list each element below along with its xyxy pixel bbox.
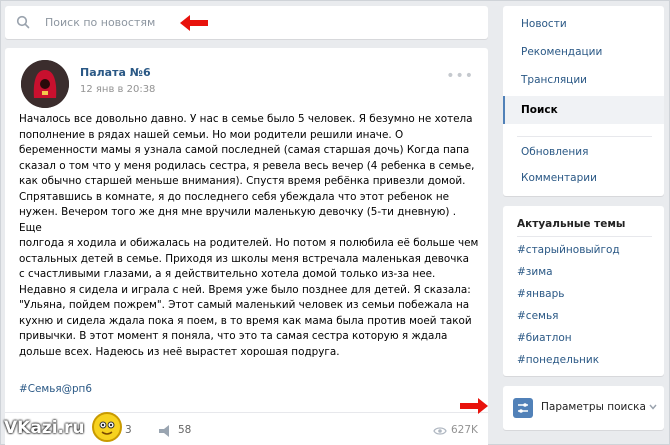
topic-link[interactable]: #январь xyxy=(517,288,564,300)
post-author[interactable]: Палата №6 xyxy=(80,66,151,79)
trending-topics-title: Актуальные темы xyxy=(517,218,626,230)
search-icon xyxy=(16,15,30,29)
hooded-figure-icon xyxy=(21,60,69,108)
search-params-button[interactable]: Параметры поиска xyxy=(503,386,664,430)
news-search-input[interactable] xyxy=(45,12,245,32)
news-nav-menu: Новости Рекомендации Трансляции Поиск Об… xyxy=(503,6,664,196)
trending-topics: Актуальные темы #старыйновыйгод #зима #я… xyxy=(503,206,664,376)
sliders-icon xyxy=(513,398,533,418)
topic-link[interactable]: #понедельник xyxy=(517,354,599,366)
nav-item-news[interactable]: Новости xyxy=(503,10,664,38)
topic-link[interactable]: #старыйновыйгод xyxy=(517,244,620,256)
share-icon[interactable] xyxy=(158,424,174,438)
shares-count[interactable]: 58 xyxy=(178,424,191,436)
topic-link[interactable]: #зима xyxy=(517,266,553,278)
post: Палата №6 12 янв в 20:38 ••• Началось вс… xyxy=(5,48,488,445)
chevron-down-icon xyxy=(649,404,657,410)
menu-divider xyxy=(517,136,652,137)
nav-item-updates[interactable]: Обновления xyxy=(503,138,664,166)
more-options-icon[interactable]: ••• xyxy=(446,68,474,84)
search-bar xyxy=(5,6,488,39)
smiley-icon xyxy=(92,412,122,442)
post-text: Началось все довольно давно. У нас в сем… xyxy=(19,113,479,358)
post-date[interactable]: 12 янв в 20:38 xyxy=(80,84,155,95)
nav-item-search[interactable]: Поиск xyxy=(503,96,664,124)
news-column: Палата №6 12 янв в 20:38 ••• Началось вс… xyxy=(5,6,488,445)
topic-link[interactable]: #биатлон xyxy=(517,332,572,344)
post-hashtag[interactable]: #Семья@рп6 xyxy=(19,383,92,395)
nav-item-comments[interactable]: Комментарии xyxy=(503,164,664,192)
annotation-arrow-icon xyxy=(180,15,208,31)
views-count: 627K xyxy=(451,424,478,436)
annotation-arrow-icon xyxy=(460,398,488,414)
watermark: VKazi.ru xyxy=(0,410,140,445)
nav-item-broadcasts[interactable]: Трансляции xyxy=(503,66,664,94)
topic-link[interactable]: #семья xyxy=(517,310,558,322)
eye-icon xyxy=(433,427,447,435)
nav-item-recommendations[interactable]: Рекомендации xyxy=(503,38,664,66)
watermark-text: VKazi.ru xyxy=(4,418,85,438)
avatar[interactable] xyxy=(21,60,69,108)
topics-divider xyxy=(517,236,652,237)
search-params-label: Параметры поиска xyxy=(541,401,646,413)
